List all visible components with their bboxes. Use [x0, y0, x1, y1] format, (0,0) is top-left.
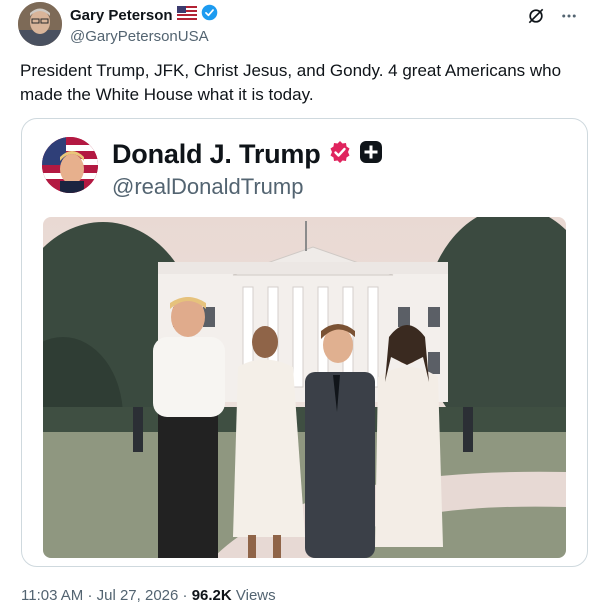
author-display-name[interactable]: Gary Peterson — [70, 7, 173, 24]
top-actions — [526, 6, 578, 31]
author-handle[interactable]: @GaryPetersonUSA — [70, 28, 218, 45]
embedded-avatar — [42, 137, 98, 193]
tweet-date[interactable]: Jul 27, 2026 — [97, 587, 179, 604]
us-flag-icon — [176, 5, 197, 25]
meta-separator: · — [87, 587, 93, 604]
white-house-photo[interactable] — [43, 217, 566, 558]
more-options-icon[interactable] — [560, 7, 578, 30]
embedded-name-row: Donald J. Trump — [112, 139, 383, 170]
tweet-text: President Trump, JFK, Christ Jesus, and … — [20, 61, 562, 104]
verified-badge-icon — [328, 140, 352, 169]
embedded-handle: @realDonaldTrump — [112, 174, 304, 199]
author-avatar[interactable] — [18, 2, 62, 46]
embedded-display-name: Donald J. Trump — [112, 139, 321, 169]
verified-badge-icon[interactable] — [201, 4, 218, 26]
meta-separator: · — [182, 587, 188, 604]
grok-icon[interactable] — [526, 6, 546, 31]
plus-badge-icon — [359, 140, 383, 169]
tweet-time[interactable]: 11:03 AM — [21, 587, 83, 604]
author-block: Gary Peterson @GaryPetersonUSA — [70, 4, 218, 45]
tweet-meta: 11:03 AM · Jul 27, 2026 · 96.2K Views — [21, 587, 276, 604]
views-label: Views — [235, 587, 276, 604]
tweet-media-card[interactable]: Donald J. Trump @realDonaldTrump — [21, 118, 588, 567]
views-count: 96.2K — [191, 587, 232, 604]
